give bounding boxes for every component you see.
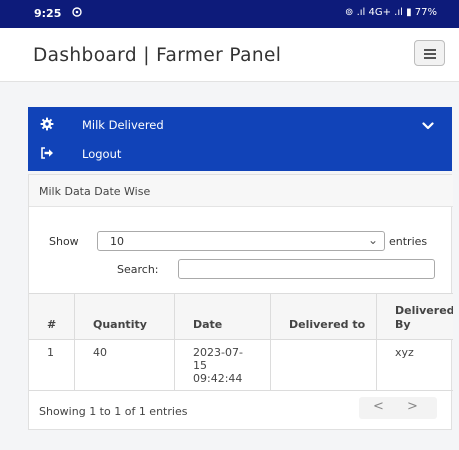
entries-select[interactable]: 10 ⌄ bbox=[97, 231, 385, 251]
table-cell bbox=[271, 340, 377, 390]
column-header-date[interactable]: Date bbox=[175, 294, 271, 340]
column-header-index[interactable]: # bbox=[29, 294, 75, 340]
entries-label: entries bbox=[389, 235, 428, 248]
chevron-down-icon bbox=[422, 119, 434, 133]
whatsapp-icon bbox=[72, 7, 82, 20]
nav-item-label: Milk Delivered bbox=[82, 118, 164, 132]
column-header-delivered-by[interactable]: Delivered By bbox=[377, 294, 453, 340]
nav-item-logout[interactable]: Logout bbox=[28, 136, 452, 171]
entries-select-value: 10 bbox=[110, 235, 124, 248]
card-title: Milk Data Date Wise bbox=[39, 185, 151, 198]
table-cell: 2023-07-15 09:42:44 bbox=[175, 340, 271, 390]
table-cell: 1 bbox=[29, 340, 75, 390]
card-header: Milk Data Date Wise bbox=[29, 175, 453, 207]
status-bar: 9:25 ⊚ .ıl 4G+ .ıl ▮ 77% bbox=[0, 0, 459, 28]
show-label: Show bbox=[49, 235, 79, 248]
previous-page-button[interactable]: < bbox=[373, 399, 384, 414]
next-page-button[interactable]: > bbox=[407, 399, 418, 414]
table-info: Showing 1 to 1 of 1 entries bbox=[39, 405, 188, 418]
status-time: 9:25 bbox=[34, 7, 62, 20]
column-header-quantity[interactable]: Quantity bbox=[75, 294, 175, 340]
search-input[interactable] bbox=[178, 259, 435, 279]
gear-icon bbox=[40, 117, 54, 131]
search-label: Search: bbox=[117, 263, 159, 276]
table-cell: 40 bbox=[75, 340, 175, 390]
page-title: Dashboard | Farmer Panel bbox=[33, 45, 282, 66]
column-header-delivered-to[interactable]: Delivered to bbox=[271, 294, 377, 340]
milk-data-card: Milk Data Date Wise Show 10 ⌄ entries Se… bbox=[28, 174, 453, 430]
nav-item-label: Logout bbox=[82, 147, 122, 161]
menu-toggle-button[interactable] bbox=[414, 40, 445, 66]
logout-icon bbox=[40, 146, 54, 160]
chevron-down-icon: ⌄ bbox=[367, 233, 378, 247]
top-header: Dashboard | Farmer Panel bbox=[0, 28, 459, 82]
table-cell: xyz bbox=[377, 340, 453, 390]
milk-data-table: # Quantity Date Delivered to Delivered B… bbox=[29, 293, 453, 391]
status-indicators: ⊚ .ıl 4G+ .ıl ▮ 77% bbox=[345, 7, 437, 18]
pagination: < > bbox=[359, 397, 437, 419]
